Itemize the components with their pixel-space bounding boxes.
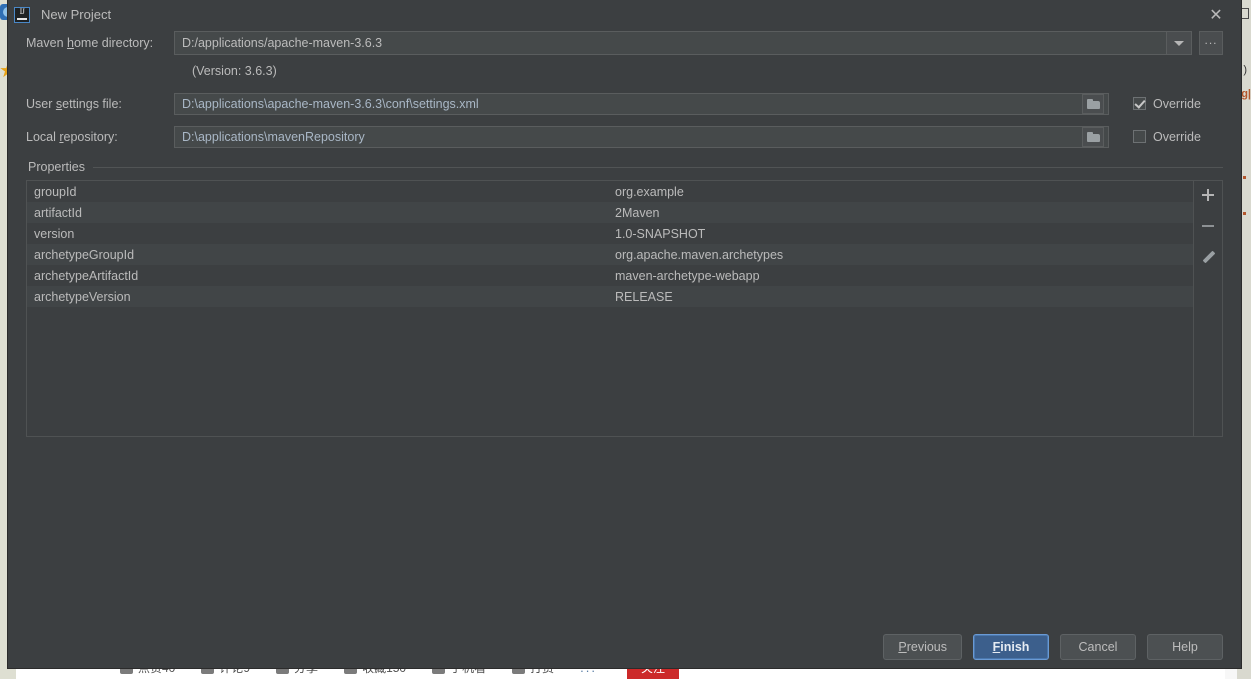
local-repository-input[interactable]: D:\applications\mavenRepository bbox=[174, 125, 1109, 148]
cancel-button[interactable]: Cancel bbox=[1060, 634, 1136, 660]
properties-group-label: Properties bbox=[28, 160, 85, 174]
close-icon[interactable]: ✕ bbox=[1207, 6, 1225, 24]
maven-home-label: Maven home directory: bbox=[26, 36, 154, 50]
property-value: org.example bbox=[615, 184, 684, 199]
dialog-title: New Project bbox=[41, 7, 112, 22]
previous-button[interactable]: Previous bbox=[883, 634, 962, 660]
override-label: Override bbox=[1153, 129, 1201, 144]
user-settings-input[interactable]: D:\applications\apache-maven-3.6.3\conf\… bbox=[174, 92, 1109, 115]
table-row[interactable]: archetypeArtifactId maven-archetype-webap… bbox=[27, 265, 1193, 286]
table-row[interactable]: archetypeVersion RELEASE bbox=[27, 286, 1193, 307]
table-row[interactable]: archetypeGroupId org.apache.maven.archety… bbox=[27, 244, 1193, 265]
property-key: artifactId bbox=[34, 205, 82, 220]
chevron-down-icon[interactable] bbox=[1166, 31, 1192, 55]
user-settings-override-checkbox[interactable]: Override bbox=[1133, 97, 1223, 111]
user-settings-row: User settings file: D:\applications\apac… bbox=[26, 88, 1223, 119]
property-value: RELEASE bbox=[615, 289, 673, 304]
background-text-fragment: g| bbox=[1241, 88, 1251, 100]
maven-home-row: Maven home directory: D:/applications/ap… bbox=[26, 29, 1223, 57]
maven-home-combobox[interactable]: D:/applications/apache-maven-3.6.3 bbox=[174, 31, 1192, 55]
help-button[interactable]: Help bbox=[1147, 634, 1223, 660]
local-repository-label: Local repository: bbox=[26, 129, 118, 144]
background-dot-2 bbox=[1243, 212, 1246, 215]
property-key: archetypeArtifactId bbox=[34, 268, 139, 283]
property-key: archetypeVersion bbox=[34, 289, 131, 304]
plus-icon[interactable] bbox=[1197, 185, 1219, 205]
properties-panel: groupId org.example artifactId 2Maven versio… bbox=[26, 180, 1223, 437]
local-repository-override-checkbox[interactable]: Override bbox=[1133, 130, 1223, 144]
property-value: org.apache.maven.archetypes bbox=[615, 247, 784, 262]
property-value: 1.0-SNAPSHOT bbox=[615, 226, 706, 241]
background-circle-icon: ) bbox=[1243, 64, 1247, 76]
folder-icon[interactable] bbox=[1082, 93, 1104, 114]
local-repository-value: D:\applications\mavenRepository bbox=[182, 129, 365, 144]
checkbox-indicator bbox=[1133, 97, 1146, 110]
maven-home-input[interactable]: D:/applications/apache-maven-3.6.3 bbox=[174, 31, 1166, 55]
new-project-dialog: New Project ✕ Maven home directory: D:/a… bbox=[8, 0, 1241, 668]
dialog-content: Maven home directory: D:/applications/ap… bbox=[8, 29, 1241, 437]
pencil-icon[interactable] bbox=[1197, 247, 1219, 267]
table-row[interactable]: version 1.0-SNAPSHOT bbox=[27, 223, 1193, 244]
dialog-footer: Previous Finish Cancel Help bbox=[883, 634, 1223, 660]
user-settings-label: User settings file: bbox=[26, 96, 122, 111]
minus-icon[interactable] bbox=[1197, 216, 1219, 236]
properties-table[interactable]: groupId org.example artifactId 2Maven versio… bbox=[27, 181, 1193, 436]
table-row[interactable]: artifactId 2Maven bbox=[27, 202, 1193, 223]
checkbox-indicator bbox=[1133, 130, 1146, 143]
maven-home-browse-button[interactable]: ... bbox=[1199, 31, 1223, 55]
property-key: version bbox=[34, 226, 75, 241]
property-key: archetypeGroupId bbox=[34, 247, 135, 262]
folder-icon[interactable] bbox=[1082, 126, 1104, 147]
property-value: 2Maven bbox=[615, 205, 660, 220]
properties-group-header: Properties bbox=[28, 160, 1223, 174]
maven-version-note: (Version: 3.6.3) bbox=[192, 64, 277, 78]
intellij-idea-icon bbox=[14, 6, 30, 23]
table-row[interactable]: groupId org.example bbox=[27, 181, 1193, 202]
user-settings-value: D:\applications\apache-maven-3.6.3\conf\… bbox=[182, 96, 479, 111]
background-dot-1 bbox=[1243, 176, 1246, 179]
properties-toolbar bbox=[1193, 181, 1223, 436]
property-key: groupId bbox=[34, 184, 77, 199]
finish-button[interactable]: Finish bbox=[973, 634, 1049, 660]
override-label: Override bbox=[1153, 96, 1201, 111]
property-value: maven-archetype-webapp bbox=[615, 268, 760, 283]
group-separator bbox=[92, 166, 1223, 168]
local-repository-row: Local repository: D:\applications\mavenR… bbox=[26, 119, 1223, 154]
dialog-titlebar: New Project ✕ bbox=[8, 0, 1241, 29]
